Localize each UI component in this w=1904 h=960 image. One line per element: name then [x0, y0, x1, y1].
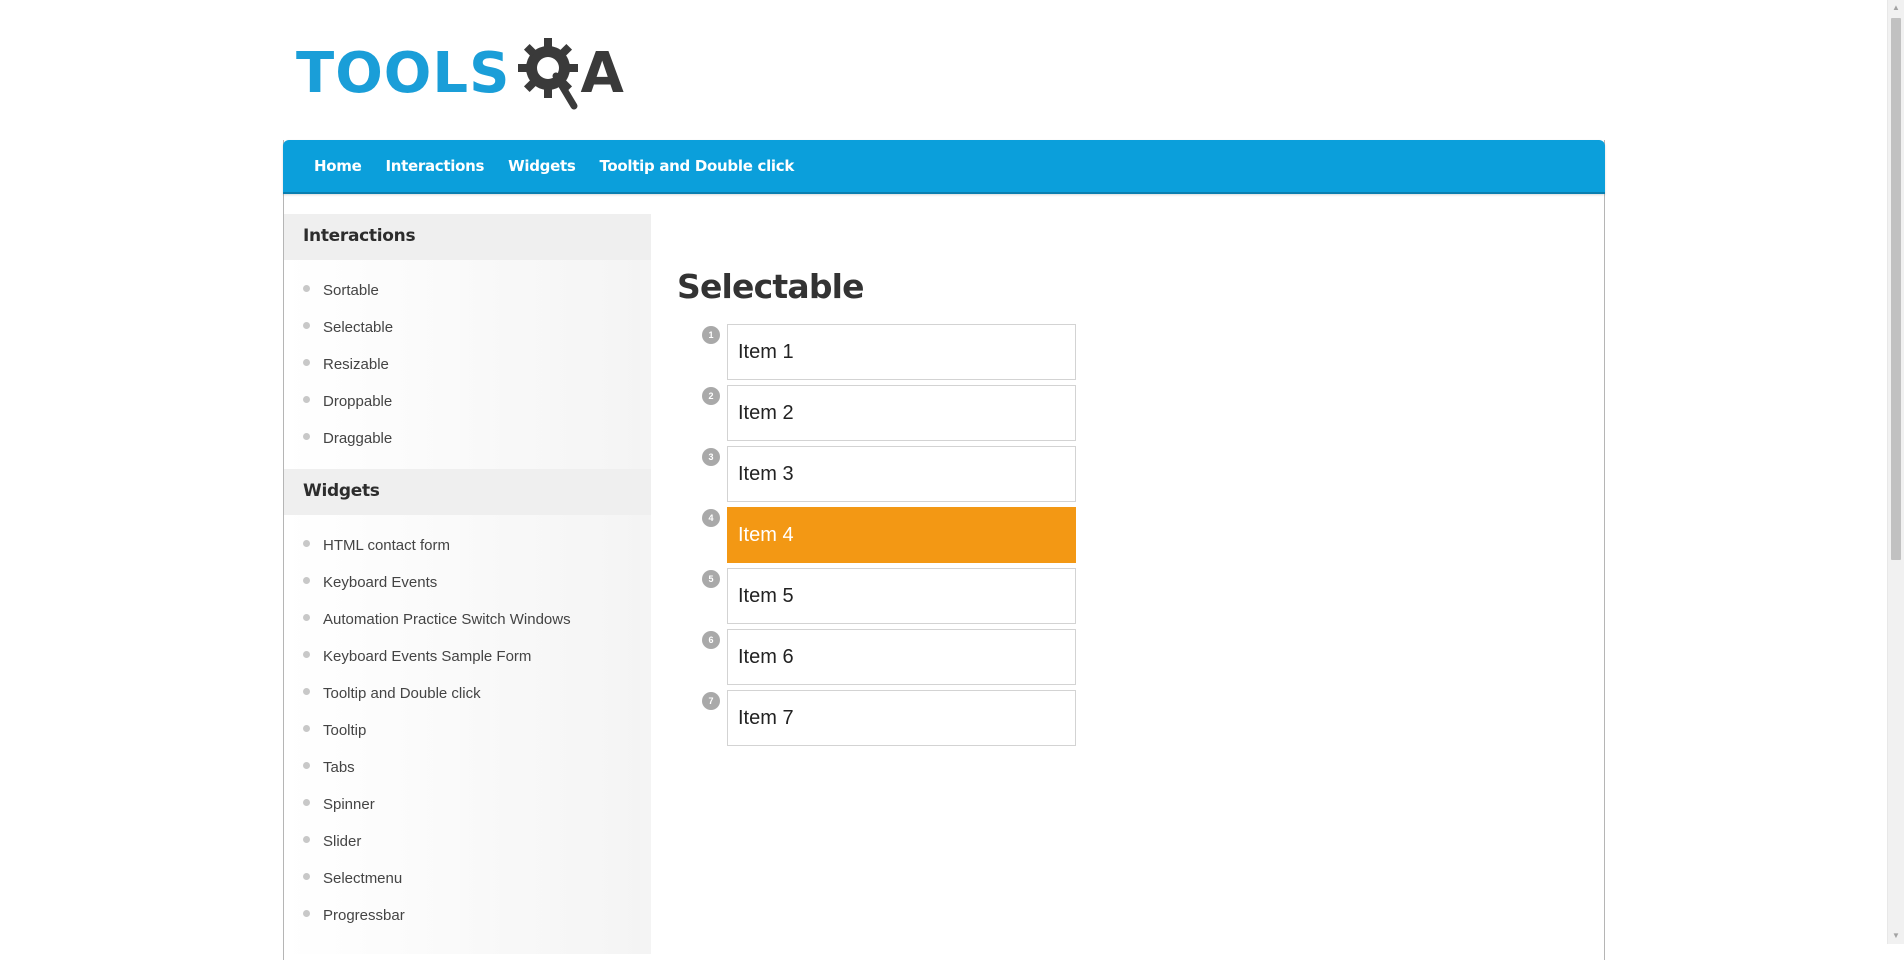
top-navbar: Home Interactions Widgets Tooltip and Do…	[283, 140, 1605, 194]
sidebar-list-widgets: HTML contact form Keyboard Events Automa…	[284, 515, 651, 946]
item-number-badge: 6	[702, 631, 720, 649]
scroll-up-arrow-icon[interactable]: ▲	[1888, 0, 1904, 16]
item-number-badge: 1	[702, 326, 720, 344]
sidebar-item-resizable[interactable]: Resizable	[284, 346, 651, 383]
item-number-badge: 3	[702, 448, 720, 466]
item-number-badge: 5	[702, 570, 720, 588]
selectable-item-3[interactable]: Item 3	[727, 446, 1076, 502]
selectable-list: 1 Item 1 2 Item 2 3 Item 3 4 Item 4 5 It…	[702, 324, 1076, 751]
sidebar-item-progressbar[interactable]: Progressbar	[284, 897, 651, 934]
sidebar-item-selectable[interactable]: Selectable	[284, 309, 651, 346]
sidebar: Interactions Sortable Selectable Resizab…	[284, 214, 651, 954]
sidebar-item-tabs[interactable]: Tabs	[284, 749, 651, 786]
selectable-item: 4 Item 4	[702, 507, 1076, 563]
logo-text: TOOLS	[296, 41, 511, 106]
vertical-scrollbar[interactable]: ▲ ▼	[1887, 0, 1904, 944]
nav-home[interactable]: Home	[314, 157, 362, 175]
sidebar-item-selectmenu[interactable]: Selectmenu	[284, 860, 651, 897]
selectable-item: 7 Item 7	[702, 690, 1076, 746]
sidebar-heading-widgets: Widgets	[284, 469, 651, 515]
sidebar-item-slider[interactable]: Slider	[284, 823, 651, 860]
selectable-item-4[interactable]: Item 4	[727, 507, 1076, 563]
item-number-badge: 7	[702, 692, 720, 710]
selectable-item: 3 Item 3	[702, 446, 1076, 502]
sidebar-list-interactions: Sortable Selectable Resizable Droppable …	[284, 260, 651, 469]
sidebar-heading-interactions: Interactions	[284, 214, 651, 260]
selectable-item: 5 Item 5	[702, 568, 1076, 624]
nav-widgets[interactable]: Widgets	[508, 157, 576, 175]
selectable-item-7[interactable]: Item 7	[727, 690, 1076, 746]
selectable-item-1[interactable]: Item 1	[727, 324, 1076, 380]
site-logo[interactable]: TOOLS A	[296, 34, 636, 114]
scroll-thumb[interactable]	[1891, 18, 1901, 560]
item-number-badge: 4	[702, 509, 720, 527]
selectable-item-6[interactable]: Item 6	[727, 629, 1076, 685]
sidebar-item-tooltip[interactable]: Tooltip	[284, 712, 651, 749]
sidebar-item-switch-windows[interactable]: Automation Practice Switch Windows	[284, 601, 651, 638]
item-number-badge: 2	[702, 387, 720, 405]
selectable-item: 1 Item 1	[702, 324, 1076, 380]
selectable-item-2[interactable]: Item 2	[727, 385, 1076, 441]
sidebar-item-html-contact-form[interactable]: HTML contact form	[284, 527, 651, 564]
nav-tooltip-double-click[interactable]: Tooltip and Double click	[599, 157, 794, 175]
selectable-item: 2 Item 2	[702, 385, 1076, 441]
nav-interactions[interactable]: Interactions	[385, 157, 484, 175]
sidebar-item-keyboard-events-form[interactable]: Keyboard Events Sample Form	[284, 638, 651, 675]
sidebar-item-tooltip-double-click[interactable]: Tooltip and Double click	[284, 675, 651, 712]
scroll-down-arrow-icon[interactable]: ▼	[1888, 928, 1904, 944]
gear-magnifier-icon	[518, 38, 579, 110]
sidebar-item-draggable[interactable]: Draggable	[284, 420, 651, 457]
sidebar-item-droppable[interactable]: Droppable	[284, 383, 651, 420]
sidebar-item-keyboard-events[interactable]: Keyboard Events	[284, 564, 651, 601]
sidebar-item-sortable[interactable]: Sortable	[284, 272, 651, 309]
selectable-item: 6 Item 6	[702, 629, 1076, 685]
selectable-item-5[interactable]: Item 5	[727, 568, 1076, 624]
page-title: Selectable	[677, 267, 865, 307]
sidebar-item-spinner[interactable]: Spinner	[284, 786, 651, 823]
logo-suffix: A	[580, 41, 624, 106]
